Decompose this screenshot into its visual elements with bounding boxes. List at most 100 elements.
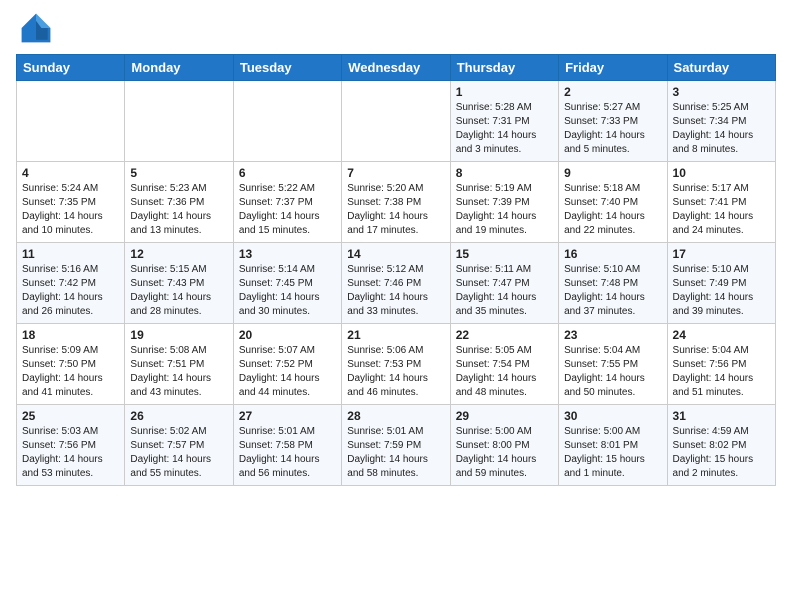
weekday-header-tuesday: Tuesday	[233, 55, 341, 81]
day-content: Sunrise: 5:24 AMSunset: 7:35 PMDaylight:…	[22, 182, 119, 238]
day-number: 1	[456, 85, 553, 99]
calendar-cell	[233, 81, 341, 162]
calendar-cell: 31 Sunrise: 4:59 AMSunset: 8:02 PMDayligh…	[667, 405, 775, 486]
day-content: Sunrise: 5:04 AMSunset: 7:56 PMDaylight:…	[673, 344, 770, 400]
weekday-header-row: SundayMondayTuesdayWednesdayThursdayFrid…	[17, 55, 776, 81]
day-content: Sunrise: 5:28 AMSunset: 7:31 PMDaylight:…	[456, 101, 553, 157]
day-number: 4	[22, 166, 119, 180]
day-number: 13	[239, 247, 336, 261]
calendar-header: SundayMondayTuesdayWednesdayThursdayFrid…	[17, 55, 776, 81]
calendar-cell: 8 Sunrise: 5:19 AMSunset: 7:39 PMDaylight…	[450, 162, 558, 243]
logo	[16, 10, 54, 46]
day-content: Sunrise: 5:17 AMSunset: 7:41 PMDaylight:…	[673, 182, 770, 238]
day-content: Sunrise: 4:59 AMSunset: 8:02 PMDaylight:…	[673, 425, 770, 481]
calendar-cell: 17 Sunrise: 5:10 AMSunset: 7:49 PMDayligh…	[667, 243, 775, 324]
day-content: Sunrise: 5:07 AMSunset: 7:52 PMDaylight:…	[239, 344, 336, 400]
day-number: 3	[673, 85, 770, 99]
calendar-cell: 11Sunrise: 5:16 AMSunset: 7:42 PMDayligh…	[17, 243, 125, 324]
calendar-cell: 4 Sunrise: 5:24 AMSunset: 7:35 PMDaylight…	[17, 162, 125, 243]
calendar-cell: 21Sunrise: 5:06 AMSunset: 7:53 PMDayligh…	[342, 324, 450, 405]
day-content: Sunrise: 5:19 AMSunset: 7:39 PMDaylight:…	[456, 182, 553, 238]
day-content: Sunrise: 5:20 AMSunset: 7:38 PMDaylight:…	[347, 182, 444, 238]
day-number: 18	[22, 328, 119, 342]
day-content: Sunrise: 5:10 AMSunset: 7:49 PMDaylight:…	[673, 263, 770, 319]
calendar-week-2: 4 Sunrise: 5:24 AMSunset: 7:35 PMDaylight…	[17, 162, 776, 243]
calendar-cell	[17, 81, 125, 162]
day-number: 23	[564, 328, 661, 342]
day-number: 9	[564, 166, 661, 180]
day-number: 20	[239, 328, 336, 342]
day-number: 19	[130, 328, 227, 342]
calendar-cell: 25Sunrise: 5:03 AMSunset: 7:56 PMDayligh…	[17, 405, 125, 486]
day-content: Sunrise: 5:18 AMSunset: 7:40 PMDaylight:…	[564, 182, 661, 238]
calendar-week-3: 11Sunrise: 5:16 AMSunset: 7:42 PMDayligh…	[17, 243, 776, 324]
day-content: Sunrise: 5:04 AMSunset: 7:55 PMDaylight:…	[564, 344, 661, 400]
weekday-header-thursday: Thursday	[450, 55, 558, 81]
weekday-header-friday: Friday	[559, 55, 667, 81]
day-number: 31	[673, 409, 770, 423]
day-content: Sunrise: 5:02 AMSunset: 7:57 PMDaylight:…	[130, 425, 227, 481]
calendar-cell: 16 Sunrise: 5:10 AMSunset: 7:48 PMDayligh…	[559, 243, 667, 324]
calendar-cell: 20 Sunrise: 5:07 AMSunset: 7:52 PMDayligh…	[233, 324, 341, 405]
day-content: Sunrise: 5:14 AMSunset: 7:45 PMDaylight:…	[239, 263, 336, 319]
day-number: 6	[239, 166, 336, 180]
calendar-cell: 1 Sunrise: 5:28 AMSunset: 7:31 PMDaylight…	[450, 81, 558, 162]
day-number: 16	[564, 247, 661, 261]
day-number: 25	[22, 409, 119, 423]
calendar-cell: 26 Sunrise: 5:02 AMSunset: 7:57 PMDayligh…	[125, 405, 233, 486]
day-number: 24	[673, 328, 770, 342]
day-content: Sunrise: 5:11 AMSunset: 7:47 PMDaylight:…	[456, 263, 553, 319]
calendar-cell: 12 Sunrise: 5:15 AMSunset: 7:43 PMDayligh…	[125, 243, 233, 324]
day-content: Sunrise: 5:00 AMSunset: 8:00 PMDaylight:…	[456, 425, 553, 481]
day-content: Sunrise: 5:09 AMSunset: 7:50 PMDaylight:…	[22, 344, 119, 400]
day-number: 21	[347, 328, 444, 342]
calendar-body: 1 Sunrise: 5:28 AMSunset: 7:31 PMDaylight…	[17, 81, 776, 486]
calendar-cell: 6 Sunrise: 5:22 AMSunset: 7:37 PMDaylight…	[233, 162, 341, 243]
day-content: Sunrise: 5:05 AMSunset: 7:54 PMDaylight:…	[456, 344, 553, 400]
weekday-header-saturday: Saturday	[667, 55, 775, 81]
calendar-cell: 30Sunrise: 5:00 AMSunset: 8:01 PMDayligh…	[559, 405, 667, 486]
day-content: Sunrise: 5:25 AMSunset: 7:34 PMDaylight:…	[673, 101, 770, 157]
calendar-cell	[125, 81, 233, 162]
day-number: 27	[239, 409, 336, 423]
day-number: 17	[673, 247, 770, 261]
calendar-cell: 29 Sunrise: 5:00 AMSunset: 8:00 PMDayligh…	[450, 405, 558, 486]
day-number: 29	[456, 409, 553, 423]
day-number: 22	[456, 328, 553, 342]
calendar-week-5: 25Sunrise: 5:03 AMSunset: 7:56 PMDayligh…	[17, 405, 776, 486]
weekday-header-wednesday: Wednesday	[342, 55, 450, 81]
day-number: 5	[130, 166, 227, 180]
day-number: 12	[130, 247, 227, 261]
calendar-week-1: 1 Sunrise: 5:28 AMSunset: 7:31 PMDaylight…	[17, 81, 776, 162]
day-content: Sunrise: 5:15 AMSunset: 7:43 PMDaylight:…	[130, 263, 227, 319]
day-number: 2	[564, 85, 661, 99]
calendar-cell: 5 Sunrise: 5:23 AMSunset: 7:36 PMDaylight…	[125, 162, 233, 243]
day-content: Sunrise: 5:10 AMSunset: 7:48 PMDaylight:…	[564, 263, 661, 319]
logo-icon	[18, 10, 54, 46]
day-number: 11	[22, 247, 119, 261]
calendar-cell	[342, 81, 450, 162]
weekday-header-sunday: Sunday	[17, 55, 125, 81]
calendar-cell: 23 Sunrise: 5:04 AMSunset: 7:55 PMDayligh…	[559, 324, 667, 405]
day-number: 26	[130, 409, 227, 423]
calendar-cell: 28Sunrise: 5:01 AMSunset: 7:59 PMDayligh…	[342, 405, 450, 486]
day-content: Sunrise: 5:01 AMSunset: 7:59 PMDaylight:…	[347, 425, 444, 481]
day-number: 8	[456, 166, 553, 180]
day-number: 30	[564, 409, 661, 423]
calendar-table: SundayMondayTuesdayWednesdayThursdayFrid…	[16, 54, 776, 486]
calendar-cell: 27 Sunrise: 5:01 AMSunset: 7:58 PMDayligh…	[233, 405, 341, 486]
calendar-cell: 19Sunrise: 5:08 AMSunset: 7:51 PMDayligh…	[125, 324, 233, 405]
day-content: Sunrise: 5:12 AMSunset: 7:46 PMDaylight:…	[347, 263, 444, 319]
day-content: Sunrise: 5:23 AMSunset: 7:36 PMDaylight:…	[130, 182, 227, 238]
page: SundayMondayTuesdayWednesdayThursdayFrid…	[0, 0, 792, 502]
calendar-cell: 18 Sunrise: 5:09 AMSunset: 7:50 PMDayligh…	[17, 324, 125, 405]
calendar-cell: 13 Sunrise: 5:14 AMSunset: 7:45 PMDayligh…	[233, 243, 341, 324]
calendar-cell: 2Sunrise: 5:27 AMSunset: 7:33 PMDaylight…	[559, 81, 667, 162]
day-number: 15	[456, 247, 553, 261]
calendar-cell: 3 Sunrise: 5:25 AMSunset: 7:34 PMDaylight…	[667, 81, 775, 162]
day-number: 7	[347, 166, 444, 180]
calendar-cell: 14Sunrise: 5:12 AMSunset: 7:46 PMDayligh…	[342, 243, 450, 324]
day-content: Sunrise: 5:22 AMSunset: 7:37 PMDaylight:…	[239, 182, 336, 238]
day-number: 10	[673, 166, 770, 180]
day-content: Sunrise: 5:01 AMSunset: 7:58 PMDaylight:…	[239, 425, 336, 481]
